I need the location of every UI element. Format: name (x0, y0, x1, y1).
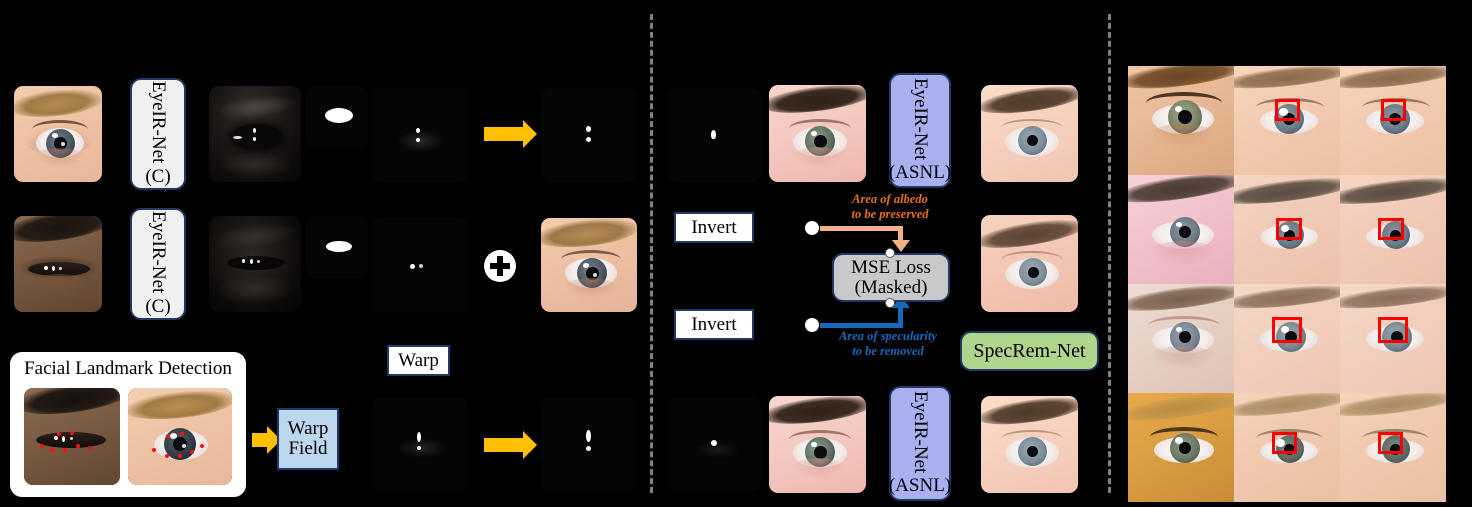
result-cell-r2c2[interactable] (1234, 175, 1340, 284)
landmark-eye-light (128, 388, 232, 485)
zoom-highlight-box (1272, 432, 1297, 454)
albedo-annotation-line1: Area of albedo (852, 192, 928, 206)
mid-row1-output-eye-image (981, 85, 1078, 182)
row2-shading-map (209, 216, 301, 312)
mse-loss-line1: MSE Loss (851, 256, 931, 278)
specrem-net-box[interactable]: SpecRem-Net (960, 331, 1099, 371)
mid-row1-input-eye-image (769, 85, 866, 182)
result-cell-r4c1[interactable] (1128, 393, 1234, 502)
row2-eyeir-net-sublabel: (C) (145, 295, 171, 317)
result-cell-r2c3[interactable] (1340, 175, 1446, 284)
mid-row3-eyeir-net-label: EyeIR-Net (909, 390, 931, 474)
zoom-highlight-box (1381, 99, 1406, 121)
row1-specular-map-raw (372, 88, 468, 182)
landmark-eye-dark (24, 388, 120, 485)
results-grid (1128, 66, 1448, 502)
mse-loss-box[interactable]: MSE Loss (Masked) (832, 253, 950, 302)
specularity-connector-vertical (898, 307, 903, 325)
invert-button-top[interactable]: Invert (674, 212, 754, 243)
specularity-annotation-line1: Area of specularity (839, 329, 937, 343)
warp-field-arrow (252, 426, 281, 454)
result-cell-r4c2[interactable] (1234, 393, 1340, 502)
row1-mask-lobe (306, 86, 368, 148)
zoom-highlight-box (1272, 317, 1302, 343)
row1-eyeir-net-sublabel: (C) (145, 165, 171, 187)
albedo-annotation-text: Area of albedo to be preserved (805, 192, 975, 223)
specularity-connector-horizontal (820, 323, 903, 328)
mid-row3-specular-map (667, 398, 761, 492)
row1-specular-map-warped (541, 88, 637, 182)
mse-loss-top-port (885, 248, 895, 258)
warp-label: Warp (398, 349, 439, 371)
albedo-annotation-line2: to be preserved (851, 207, 929, 222)
row1-eyeir-net-c-box[interactable]: EyeIR-Net (C) (130, 78, 186, 190)
row3-warp-arrow (484, 431, 537, 459)
facial-landmark-detection-panel: Facial Landmark Detection (10, 352, 246, 497)
plus-operator-icon (484, 250, 516, 282)
invert-label-bottom: Invert (691, 313, 737, 335)
row1-eyeir-net-label: EyeIR-Net (147, 81, 169, 164)
row1-shading-map (209, 86, 301, 182)
warp-target-map (541, 398, 637, 492)
mid-row1-eyeir-net-label: EyeIR-Net (909, 77, 931, 161)
row1-warp-arrow (484, 120, 537, 148)
zoom-highlight-box (1378, 432, 1403, 454)
row2-composited-eye-image (541, 218, 637, 312)
zoom-highlight-box (1276, 218, 1302, 240)
warp-source-map (372, 398, 468, 492)
mid-row3-eyeir-net-asnl-box[interactable]: EyeIR-Net (ASNL) (889, 386, 951, 501)
result-cell-r1c1[interactable] (1128, 66, 1234, 175)
mid-row1-eyeir-net-sublabel: (ASNL) (888, 162, 952, 184)
result-cell-r1c2[interactable] (1234, 66, 1340, 175)
invert-label-top: Invert (691, 216, 737, 238)
mid-row3-output-eye-image (981, 396, 1078, 493)
row2-input-eye-image (14, 216, 102, 312)
warp-field-label-line1: Warp (287, 418, 329, 440)
divider-right (1108, 14, 1111, 493)
row2-mask-lobe (306, 216, 368, 278)
zoom-highlight-box (1275, 99, 1300, 121)
mid-row1-eyeir-net-asnl-box[interactable]: EyeIR-Net (ASNL) (889, 73, 951, 188)
mid-row2-output-eye-image (981, 215, 1078, 312)
result-cell-r3c1[interactable] (1128, 284, 1234, 393)
albedo-arrowhead (892, 240, 910, 252)
row1-input-eye-image (14, 86, 102, 182)
warp-field-label-line2: Field (288, 438, 328, 459)
facial-landmark-detection-title: Facial Landmark Detection (24, 358, 232, 379)
albedo-connector-horizontal (820, 226, 903, 231)
row2-eyeir-net-c-box[interactable]: EyeIR-Net (C) (130, 208, 186, 320)
specularity-annotation-line2: to be removed (852, 344, 924, 359)
invert-button-bottom[interactable]: Invert (674, 309, 754, 340)
mid-row1-specular-map (667, 88, 761, 182)
zoom-highlight-box (1378, 218, 1404, 240)
mid-row3-eyeir-net-sublabel: (ASNL) (888, 475, 952, 497)
zoom-highlight-box (1378, 317, 1408, 343)
specularity-annotation-text: Area of specularity to be removed (798, 329, 978, 360)
result-cell-r2c1[interactable] (1128, 175, 1234, 284)
divider-left (650, 14, 653, 493)
figure-canvas: EyeIR-Net (C) EyeIR-Net (C) Facial Landm… (0, 0, 1472, 507)
specrem-net-label: SpecRem-Net (973, 339, 1086, 362)
warp-field-box[interactable]: Warp Field (277, 408, 339, 470)
result-cell-r4c3[interactable] (1340, 393, 1446, 502)
row2-specular-map-raw (372, 218, 468, 312)
warp-label-box: Warp (387, 345, 450, 376)
result-cell-r3c3[interactable] (1340, 284, 1446, 393)
mid-row3-input-eye-image (769, 396, 866, 493)
result-cell-r1c3[interactable] (1340, 66, 1446, 175)
row2-eyeir-net-label: EyeIR-Net (147, 211, 169, 294)
mse-loss-line2: (Masked) (854, 276, 928, 298)
mse-loss-bottom-port (885, 298, 895, 308)
result-cell-r3c2[interactable] (1234, 284, 1340, 393)
